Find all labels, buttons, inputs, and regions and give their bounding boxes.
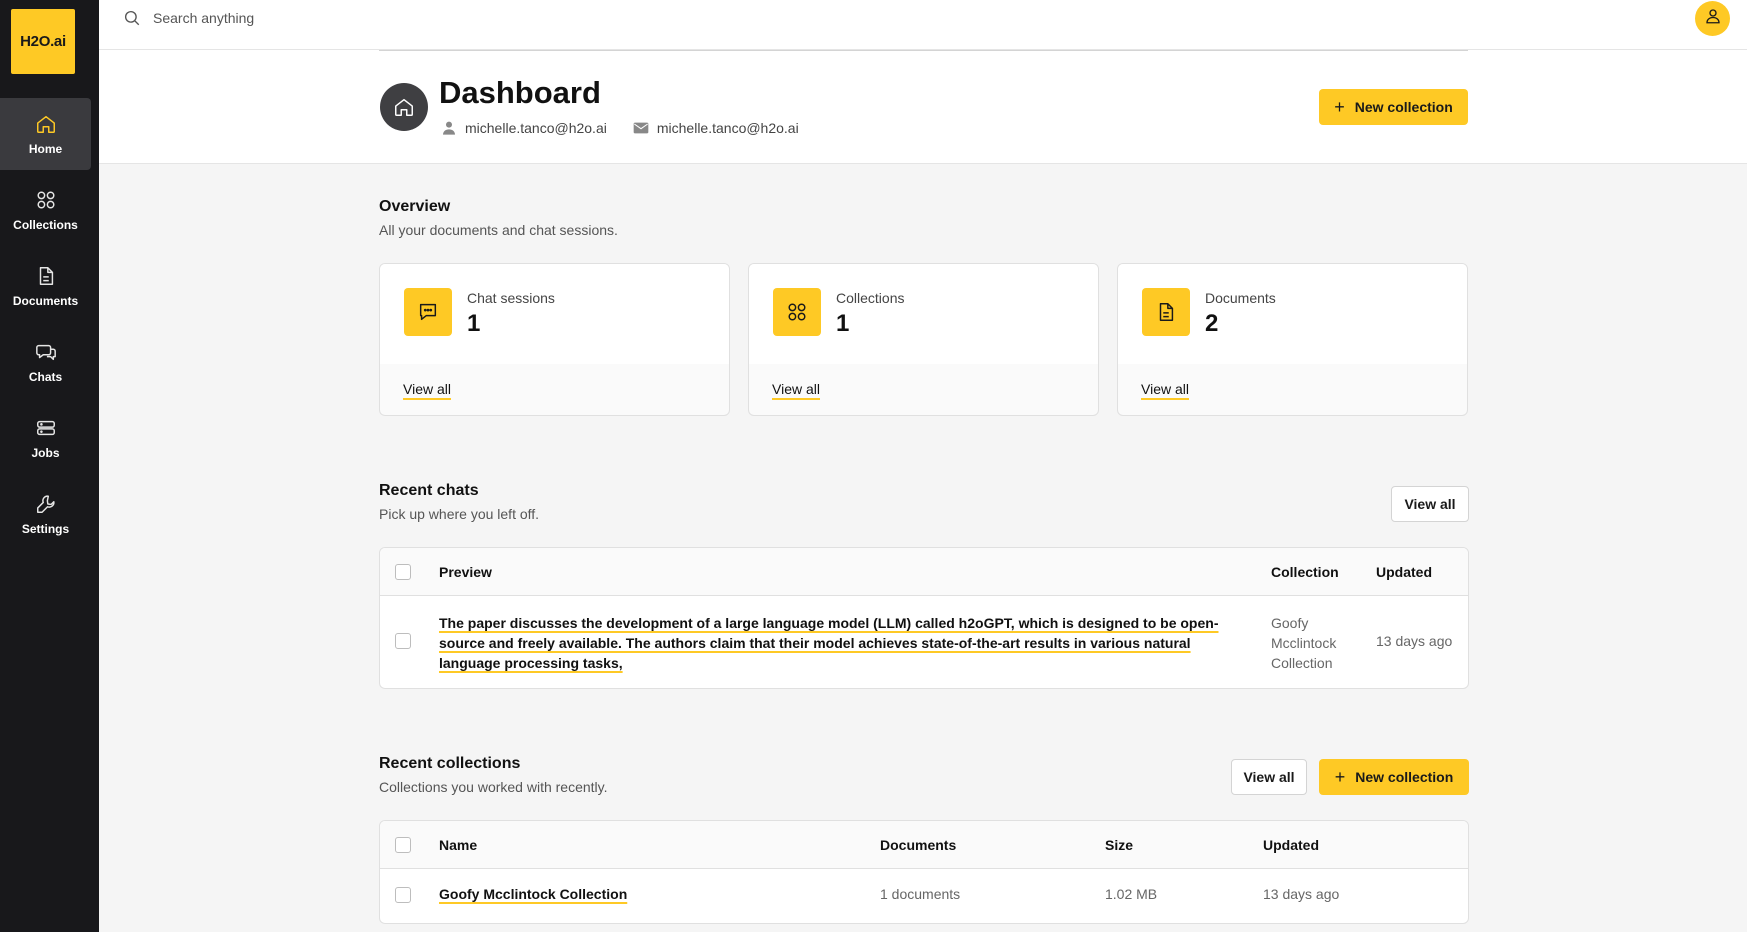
sidebar: H2O.ai Home Collections Documents Chats … bbox=[0, 0, 99, 932]
view-all-chat-sessions-link[interactable]: View all bbox=[403, 381, 451, 397]
user-icon bbox=[1704, 7, 1722, 30]
stat-card-documents: Documents 2 View all bbox=[1117, 263, 1468, 416]
document-icon bbox=[34, 264, 58, 288]
stat-value: 1 bbox=[467, 310, 481, 337]
chat-preview-link[interactable]: The paper discusses the development of a… bbox=[439, 613, 1229, 673]
recent-chats-table: Preview Collection Updated The paper dis… bbox=[379, 547, 1469, 689]
nav-item-settings[interactable]: Settings bbox=[0, 478, 91, 550]
view-all-documents-link[interactable]: View all bbox=[1141, 381, 1189, 397]
collection-size: 1.02 MB bbox=[1105, 886, 1158, 902]
nav-label-chats: Chats bbox=[28, 370, 63, 384]
recent-collections-heading: Recent collections Collections you worke… bbox=[379, 755, 608, 795]
select-all-checkbox[interactable] bbox=[395, 837, 411, 853]
chat-bubble-icon bbox=[404, 288, 452, 336]
plus-icon: + bbox=[1334, 97, 1345, 117]
column-updated: Updated bbox=[1376, 564, 1432, 580]
nav-item-chats[interactable]: Chats bbox=[0, 326, 91, 398]
username-meta: michelle.tanco@h2o.ai bbox=[441, 120, 607, 136]
nav-item-jobs[interactable]: Jobs bbox=[0, 402, 91, 474]
recent-chats-title: Recent chats bbox=[379, 482, 479, 499]
chat-updated: 13 days ago bbox=[1376, 633, 1453, 649]
stat-label: Collections bbox=[836, 290, 905, 306]
collection-updated: 13 days ago bbox=[1263, 886, 1340, 902]
overview-heading: Overview All your documents and chat ses… bbox=[379, 198, 618, 238]
page-header: Dashboard michelle.tanco@h2o.ai michelle… bbox=[99, 50, 1747, 164]
recent-collections-table: Name Documents Size Updated Goofy Mcclin… bbox=[379, 820, 1469, 924]
grid-icon bbox=[773, 288, 821, 336]
stat-value: 2 bbox=[1205, 310, 1219, 337]
server-icon bbox=[34, 416, 58, 440]
column-collection: Collection bbox=[1271, 564, 1339, 580]
select-all-checkbox[interactable] bbox=[395, 564, 411, 580]
home-badge-icon bbox=[380, 83, 428, 131]
nav-item-home[interactable]: Home bbox=[0, 98, 91, 170]
row-checkbox[interactable] bbox=[395, 887, 411, 903]
nav-label-home: Home bbox=[28, 142, 63, 156]
table-header: Name Documents Size Updated bbox=[380, 821, 1468, 869]
h2o-logo[interactable]: H2O.ai bbox=[11, 9, 75, 74]
stat-value: 1 bbox=[836, 310, 850, 337]
recent-collections-subtitle: Collections you worked with recently. bbox=[379, 779, 608, 795]
recent-collections-view-all-button[interactable]: View all bbox=[1231, 759, 1307, 795]
stat-card-chat-sessions: Chat sessions 1 View all bbox=[379, 263, 730, 416]
document-icon bbox=[1142, 288, 1190, 336]
recent-chats-subtitle: Pick up where you left off. bbox=[379, 506, 540, 522]
stat-label: Documents bbox=[1205, 290, 1276, 306]
table-row[interactable]: Goofy Mcclintock Collection 1 documents … bbox=[380, 869, 1468, 923]
nav-item-collections[interactable]: Collections bbox=[0, 174, 91, 246]
column-documents: Documents bbox=[880, 837, 957, 853]
nav-label-documents: Documents bbox=[12, 294, 79, 308]
user-avatar-button[interactable] bbox=[1695, 1, 1730, 36]
username-text: michelle.tanco@h2o.ai bbox=[465, 120, 607, 136]
overview-subtitle: All your documents and chat sessions. bbox=[379, 222, 618, 238]
wrench-icon bbox=[34, 492, 58, 516]
table-row[interactable]: The paper discusses the development of a… bbox=[380, 596, 1468, 688]
search-icon bbox=[123, 9, 141, 27]
chat-collection-name: Goofy Mcclintock Collection bbox=[1271, 615, 1337, 671]
collection-name-link[interactable]: Goofy Mcclintock Collection bbox=[439, 886, 627, 902]
mail-icon bbox=[633, 120, 649, 136]
recent-chats-heading: Recent chats Pick up where you left off. bbox=[379, 482, 539, 522]
overview-title: Overview bbox=[379, 198, 451, 215]
view-all-collections-link[interactable]: View all bbox=[772, 381, 820, 397]
new-collection-button-header[interactable]: + New collection bbox=[1319, 89, 1468, 125]
page-title: Dashboard bbox=[439, 75, 601, 110]
search-input[interactable] bbox=[153, 5, 653, 31]
stat-label: Chat sessions bbox=[467, 290, 555, 306]
nav-label-collections: Collections bbox=[13, 218, 78, 232]
new-collection-label: New collection bbox=[1355, 769, 1454, 785]
recent-collections-title: Recent collections bbox=[379, 755, 521, 772]
stat-card-collections: Collections 1 View all bbox=[748, 263, 1099, 416]
row-checkbox[interactable] bbox=[395, 633, 411, 649]
email-meta: michelle.tanco@h2o.ai bbox=[633, 120, 799, 136]
person-icon bbox=[441, 120, 457, 136]
email-text: michelle.tanco@h2o.ai bbox=[656, 120, 799, 136]
table-header: Preview Collection Updated bbox=[380, 548, 1468, 596]
nav-label-settings: Settings bbox=[21, 522, 70, 536]
top-bar bbox=[99, 0, 1747, 50]
home-icon bbox=[34, 112, 58, 136]
nav-item-documents[interactable]: Documents bbox=[0, 250, 91, 322]
chat-icon bbox=[34, 340, 58, 364]
collection-documents: 1 documents bbox=[880, 886, 961, 902]
grid-icon bbox=[34, 188, 58, 212]
nav-label-jobs: Jobs bbox=[31, 446, 60, 460]
column-size: Size bbox=[1105, 837, 1134, 853]
new-collection-label: New collection bbox=[1354, 99, 1453, 115]
column-updated: Updated bbox=[1263, 837, 1319, 853]
column-preview: Preview bbox=[439, 564, 492, 580]
column-name: Name bbox=[439, 837, 478, 853]
plus-icon: + bbox=[1334, 767, 1346, 787]
recent-chats-view-all-button[interactable]: View all bbox=[1391, 486, 1469, 522]
user-meta: michelle.tanco@h2o.ai michelle.tanco@h2o… bbox=[441, 120, 825, 136]
header-divider bbox=[379, 50, 1468, 51]
new-collection-button-recent[interactable]: + New collection bbox=[1319, 759, 1469, 795]
